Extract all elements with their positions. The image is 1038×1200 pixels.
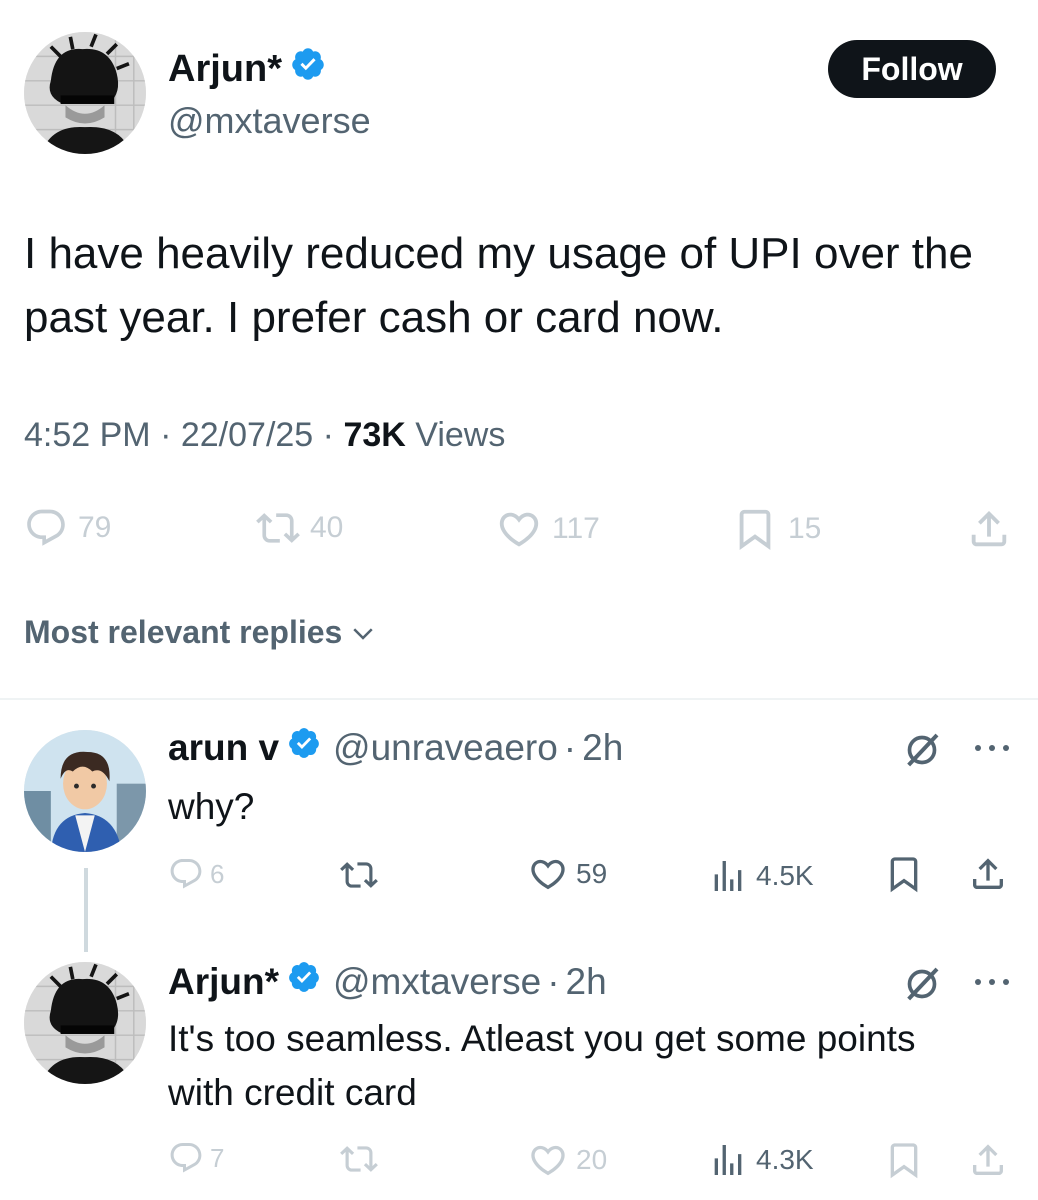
reply-avatar[interactable] [24, 962, 146, 1084]
reply-text: It's too seamless. Atleast you get some … [168, 1018, 916, 1113]
repost-icon [340, 862, 378, 888]
repost-icon [340, 1146, 378, 1172]
chevron-down-icon [353, 627, 373, 640]
reply-avatar[interactable] [24, 730, 146, 852]
views-chart-icon [714, 861, 742, 891]
views-button[interactable]: 4.3K [708, 1140, 814, 1180]
views-button[interactable]: 4.5K [708, 856, 814, 896]
author-handle[interactable]: @mxtaverse [168, 100, 371, 142]
share-button[interactable] [968, 1140, 1008, 1180]
bookmark-icon [739, 509, 771, 550]
like-count: 59 [576, 858, 608, 889]
verified-badge-icon [287, 726, 321, 769]
like-button[interactable]: 117 [496, 506, 600, 552]
like-button[interactable]: 59 [528, 854, 607, 894]
meta-separator: · [160, 416, 172, 454]
meta-separator: · [322, 416, 334, 454]
views-label: Views [415, 416, 506, 454]
verified-badge-icon [290, 46, 326, 92]
reply-icon [27, 509, 65, 546]
tweet-text: I have heavily reduced my usage of UPI o… [24, 229, 973, 342]
bookmark-button[interactable] [884, 854, 924, 894]
divider [0, 698, 1038, 700]
views-chart-icon [714, 1145, 742, 1175]
repost-icon [256, 513, 300, 543]
share-icon [973, 1144, 1003, 1175]
reply-author-name[interactable]: arun v [168, 727, 279, 769]
reply-author-name[interactable]: Arjun* [168, 961, 279, 1003]
reply-time[interactable]: 2h [582, 727, 623, 769]
more-options-icon[interactable] [972, 740, 1012, 761]
repost-button[interactable] [340, 1140, 378, 1178]
bookmark-icon [890, 1143, 918, 1179]
like-count: 117 [552, 512, 600, 545]
tweet-date[interactable]: 22/07/25 [181, 416, 313, 454]
reply-icon [170, 1143, 202, 1173]
reply-header: Arjun* @mxtaverse · 2h [168, 960, 607, 1003]
verified-badge-icon [287, 960, 321, 1003]
more-options-icon[interactable] [972, 974, 1012, 995]
tweet-meta: 4:52 PM · 22/07/25 · 73K Views [24, 416, 505, 455]
heart-icon [531, 859, 565, 890]
reply-author-handle[interactable]: @mxtaverse [333, 961, 541, 1003]
author-avatar[interactable] [24, 32, 146, 154]
reply-button[interactable]: 7 [168, 1140, 224, 1176]
reply-text: why? [168, 786, 255, 827]
author-name-row: Arjun* [168, 46, 326, 92]
reply-count: 6 [210, 858, 225, 889]
share-icon [973, 858, 1003, 889]
grok-icon[interactable] [902, 730, 942, 775]
thread-connector-line [84, 868, 88, 952]
reply-icon [170, 859, 202, 889]
reply-button[interactable]: 6 [168, 856, 224, 892]
replies-sort-dropdown[interactable]: Most relevant replies [24, 614, 378, 651]
repost-button[interactable]: 40 [256, 506, 343, 550]
like-count: 20 [576, 1144, 608, 1175]
follow-button[interactable]: Follow [828, 40, 996, 98]
bookmark-icon [890, 857, 918, 893]
bookmark-button[interactable]: 15 [732, 506, 821, 552]
reply-header: arun v @unraveaero · 2h [168, 726, 623, 769]
reply-author-handle[interactable]: @unraveaero [333, 727, 558, 769]
reply-count: 79 [78, 511, 112, 544]
replies-sort-label: Most relevant replies [24, 614, 343, 650]
heart-icon [531, 1145, 565, 1176]
share-button[interactable] [968, 854, 1008, 894]
reply-button[interactable]: 79 [24, 506, 111, 550]
reply-time[interactable]: 2h [566, 961, 607, 1003]
grok-icon[interactable] [902, 964, 942, 1009]
views-count: 73K [343, 416, 406, 454]
views-count: 4.5K [756, 860, 814, 891]
bookmark-count: 15 [788, 512, 822, 545]
views-count: 4.3K [756, 1144, 814, 1175]
share-icon [971, 510, 1007, 547]
author-name[interactable]: Arjun* [168, 48, 282, 91]
heart-icon [499, 512, 539, 547]
reply-separator: · [563, 726, 577, 768]
repost-count: 40 [310, 511, 344, 544]
tweet-time[interactable]: 4:52 PM [24, 416, 151, 454]
bookmark-button[interactable] [884, 1140, 924, 1180]
reply-separator: · [547, 960, 560, 1002]
share-button[interactable] [966, 506, 1012, 552]
like-button[interactable]: 20 [528, 1140, 607, 1180]
repost-button[interactable] [340, 856, 378, 894]
reply-count: 7 [210, 1142, 225, 1173]
